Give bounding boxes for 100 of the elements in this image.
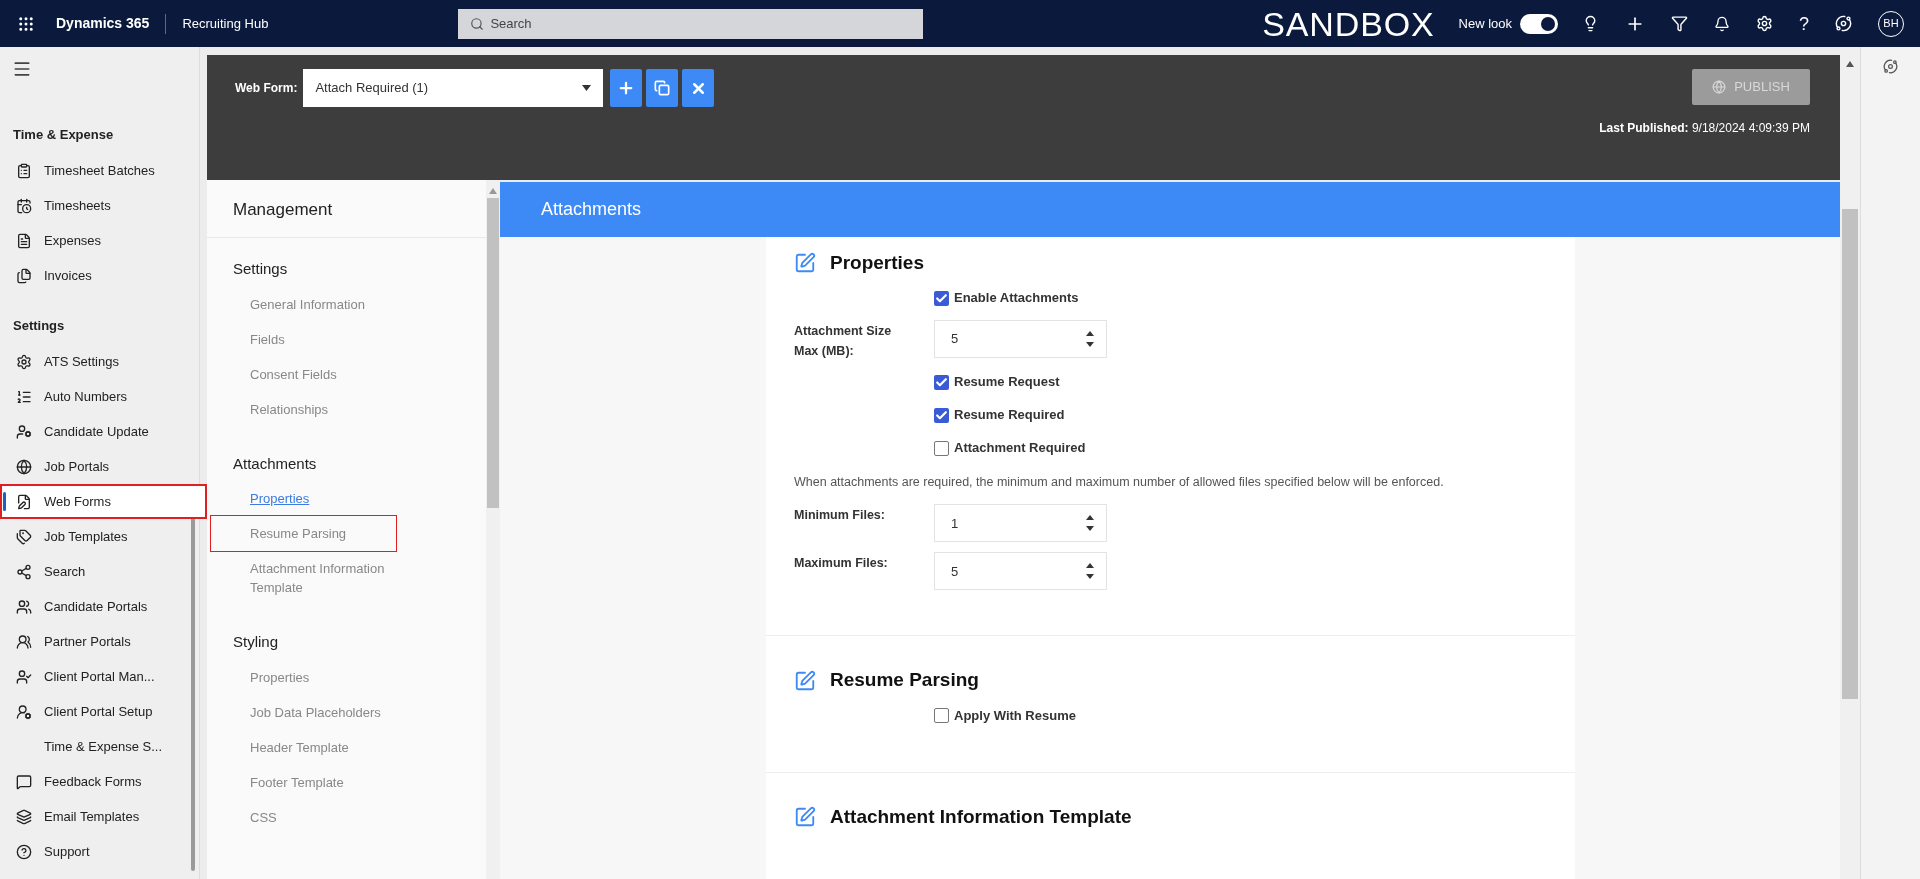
checkbox-label: Attachment Required: [954, 439, 1086, 458]
nav-link[interactable]: Header Template: [233, 729, 433, 765]
sidebar-item[interactable]: Support: [0, 834, 191, 869]
message-icon: [16, 773, 32, 790]
globe-icon: [16, 458, 32, 475]
number-field[interactable]: 5: [934, 552, 1107, 591]
nav-link[interactable]: Properties: [233, 481, 433, 516]
sidebar-item[interactable]: Email Templates: [0, 799, 191, 834]
checkbox[interactable]: [934, 290, 949, 306]
page-title: Attachments: [541, 198, 642, 221]
field-label: Maximum Files:: [794, 555, 889, 573]
checkbox[interactable]: [934, 407, 949, 423]
people-icon: [16, 633, 32, 650]
number-field[interactable]: 5: [934, 319, 1107, 358]
copy-icon: [654, 80, 671, 96]
nav-link[interactable]: CSS: [233, 799, 433, 835]
field-label: Web Form:: [235, 80, 298, 97]
search-field[interactable]: Search: [458, 8, 924, 39]
environment-label: SANDBOX: [1262, 6, 1435, 41]
clipboard-list-icon: [16, 163, 32, 179]
nav-link[interactable]: Consent Fields: [233, 356, 433, 392]
swirl-icon[interactable]: [1883, 59, 1898, 74]
globe-icon: [1712, 80, 1727, 94]
edit-icon[interactable]: [794, 252, 816, 275]
tag-icon: [16, 528, 32, 545]
sidebar-item[interactable]: Web Forms: [0, 484, 207, 519]
nav-link[interactable]: Job Data Placeholders: [233, 694, 433, 730]
scrollbar-thumb[interactable]: [191, 517, 195, 871]
area-name: Recruiting Hub: [182, 14, 269, 33]
scrollbar-thumb[interactable]: [1842, 209, 1858, 699]
section-title: Properties: [830, 251, 924, 275]
field-label: Attachment Size Max (MB):: [794, 322, 893, 360]
filter-icon[interactable]: [1671, 15, 1688, 32]
checkbox-label: Resume Required: [954, 406, 1065, 425]
checkbox[interactable]: [934, 707, 949, 723]
edit-icon[interactable]: [794, 669, 816, 692]
edit-icon[interactable]: [794, 806, 816, 828]
calendar-clock-icon: [16, 198, 32, 214]
caret-icon: [582, 85, 592, 91]
checkbox-label: Apply With Resume: [954, 706, 1076, 725]
sidebar-item[interactable]: Candidate Update: [0, 414, 191, 449]
group-heading: Styling: [233, 632, 279, 652]
new-look-label: New look: [1458, 14, 1512, 33]
checkbox[interactable]: [934, 440, 949, 456]
nav-link[interactable]: General Information: [233, 286, 433, 322]
sidebar-item[interactable]: Partner Portals: [0, 624, 191, 659]
sidebar-item[interactable]: Job Portals: [0, 449, 191, 484]
document-icon: [16, 233, 32, 249]
swirl-icon[interactable]: [1835, 15, 1852, 32]
section-title: Attachment Information Template: [830, 804, 1132, 829]
checkbox[interactable]: [934, 374, 949, 390]
help-icon: [16, 843, 32, 860]
people-icon: [16, 598, 32, 615]
nav-link[interactable]: Resume Parsing: [211, 516, 396, 551]
group-heading: Settings: [233, 259, 288, 279]
copy-button[interactable]: [646, 69, 679, 107]
gear-icon: [16, 353, 32, 370]
sidebar-item[interactable]: Time & Expense S...: [0, 729, 191, 764]
add-button[interactable]: [610, 69, 643, 107]
section-title: Resume Parsing: [830, 668, 979, 693]
nav-link[interactable]: Relationships: [233, 391, 433, 427]
sidebar-item[interactable]: Job Templates: [0, 519, 191, 554]
menu-icon[interactable]: [12, 59, 32, 79]
user-gear-icon: [16, 703, 32, 720]
sidebar-item[interactable]: Client Portal Setup: [0, 694, 191, 729]
new-look-toggle[interactable]: [1520, 13, 1558, 34]
last-published-text: Last Published: 9/18/2024 4:09:39 PM: [1599, 120, 1810, 137]
app-name: Dynamics 365: [56, 14, 150, 33]
checkbox-label: Resume Request: [954, 373, 1060, 392]
section-heading: Time & Expense: [13, 126, 114, 144]
sidebar-item[interactable]: Feedback Forms: [0, 764, 191, 799]
scroll-up-icon[interactable]: [1846, 61, 1854, 67]
bell-icon[interactable]: [1714, 15, 1730, 32]
section-heading: Settings: [13, 316, 65, 335]
search-icon: [470, 16, 485, 31]
sidebar-item[interactable]: ATS Settings: [0, 344, 191, 379]
numbered-list-icon: [16, 388, 32, 405]
sidebar-item[interactable]: Timesheets: [0, 188, 191, 224]
sidebar-item[interactable]: Auto Numbers: [0, 379, 191, 414]
nav-link[interactable]: Properties: [233, 659, 433, 695]
nav-link[interactable]: Attachment Information Template: [233, 551, 433, 605]
documents-icon: [16, 268, 32, 284]
panel-title: Management: [233, 198, 333, 221]
sidebar-item[interactable]: Search: [0, 554, 191, 589]
web-form-dropdown[interactable]: Attach Required (1): [303, 69, 604, 107]
sidebar-item[interactable]: Invoices: [0, 258, 191, 294]
group-heading: Attachments: [233, 453, 317, 474]
sidebar-item[interactable]: Client Portal Man...: [0, 659, 191, 694]
user-check-icon: [16, 668, 32, 685]
user-gear-icon: [16, 423, 32, 440]
number-field[interactable]: 1: [934, 504, 1107, 543]
settings-icon[interactable]: [1756, 15, 1773, 32]
field-label: Minimum Files:: [794, 507, 886, 525]
sidebar-item[interactable]: Timesheet Batches: [0, 153, 191, 189]
delete-button[interactable]: [682, 69, 715, 107]
scrollbar-thumb[interactable]: [487, 198, 499, 508]
sidebar-item[interactable]: Expenses: [0, 223, 191, 259]
sidebar-item[interactable]: Candidate Portals: [0, 589, 191, 624]
help-button[interactable]: ?: [1799, 14, 1809, 33]
nav-link[interactable]: Footer Template: [233, 764, 433, 800]
